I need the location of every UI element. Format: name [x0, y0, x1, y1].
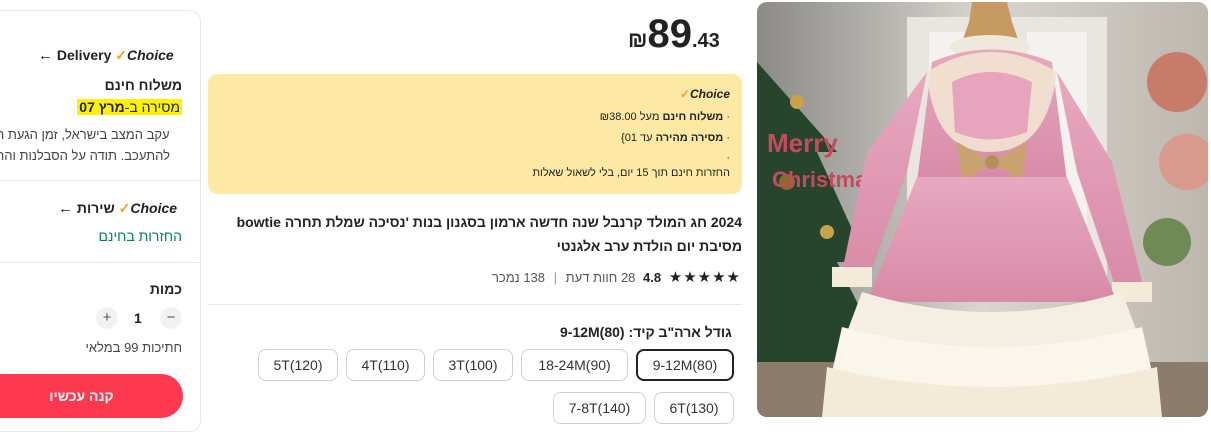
price-currency: ₪	[628, 27, 648, 52]
divider	[208, 304, 742, 305]
benefit-text: מעל ₪38.00	[599, 111, 660, 123]
rating-separator: |	[553, 270, 558, 285]
delivery-date: מרץ 07	[79, 99, 125, 115]
size-label: גודל ארה"ב קיד: (9-12M(80	[560, 324, 732, 340]
price: ₪89.43	[628, 12, 720, 57]
quantity-label: כמות	[149, 281, 182, 297]
divider	[0, 180, 199, 181]
product-title: 2024 חג המולד קרנבל שנה חדשה ארמון בסגנו…	[236, 214, 742, 254]
choice-benefit-returns: החזרות חינם תוך 15 יום, בלי לשאול שאלות	[532, 167, 730, 179]
choice-label: Choice	[130, 200, 178, 216]
size-option[interactable]: 5T(120)	[258, 349, 338, 381]
delivery-title: Delivery	[56, 47, 112, 63]
divider	[0, 262, 199, 263]
service-label: שירות	[76, 200, 115, 216]
svg-text:Merry: Merry	[767, 128, 838, 158]
choice-label: Choice	[689, 87, 730, 101]
size-option[interactable]: 3T(100)	[433, 349, 513, 381]
choice-benefit-shipping: · משלוח חינם מעל ₪38.00	[599, 111, 730, 123]
choice-check-icon: ✓	[118, 200, 131, 216]
quantity-minus-button[interactable]: −	[160, 307, 182, 329]
buy-now-button[interactable]: קנה עכשיו	[0, 374, 183, 418]
size-option[interactable]: 6T(130)	[654, 392, 734, 424]
benefit-bold: משלוח חינם	[662, 111, 724, 123]
benefit-bold: מסירה מהירה	[655, 132, 724, 144]
review-count[interactable]: 28 חוות דעת	[566, 270, 636, 285]
dress-photo: Merry Christmas	[757, 2, 1208, 417]
price-integer: 89	[647, 12, 692, 56]
purchase-panel	[0, 10, 201, 432]
service-header[interactable]: ← שירות ✓Choice	[58, 200, 177, 217]
product-image[interactable]: Merry Christmas	[757, 2, 1208, 417]
size-option[interactable]: 18-24M(90)	[521, 349, 628, 381]
stock-count: חתיכות 99 במלאי	[85, 340, 182, 355]
choice-benefit-empty: ·	[726, 152, 730, 164]
rating-score: 4.8	[643, 270, 662, 285]
size-label-text: גודל ארה"ב קיד: (9-12M(80	[560, 324, 732, 340]
arrow-left-icon: ←	[38, 47, 53, 64]
choice-brand: Choice✓	[680, 87, 730, 101]
price-decimal: .43	[691, 30, 720, 52]
choice-check-icon: ✓	[679, 87, 690, 101]
free-returns-label[interactable]: החזרות בחינם	[99, 228, 182, 244]
choice-benefits-box: Choice✓ · משלוח חינם מעל ₪38.00 · מסירה …	[208, 74, 742, 194]
delivery-date-line: מסירה ב-מרץ 07	[77, 99, 182, 115]
sold-count: 138 נמכר	[491, 270, 546, 285]
choice-label: Choice	[127, 47, 174, 63]
choice-check-icon: ✓	[115, 47, 127, 63]
size-option[interactable]: 7-8T(140)	[553, 392, 646, 424]
delivery-by-prefix: מסירה ב-	[124, 99, 180, 115]
delivery-note-line1: עקב המצב בישראל, זמן הגעת ה	[0, 127, 170, 142]
size-option[interactable]: 9-12M(80)	[636, 349, 734, 381]
choice-benefit-fast: · מסירה מהירה עד 01}	[621, 132, 730, 144]
arrow-left-icon: ←	[58, 200, 73, 217]
size-option[interactable]: 4T(110)	[346, 349, 425, 381]
rating-row: ★★★★★ 4.8 28 חוות דעת | 138 נמכר	[492, 268, 741, 286]
delivery-header[interactable]: ← Delivery ✓Choice	[38, 47, 174, 64]
quantity-plus-button[interactable]: +	[96, 307, 118, 329]
delivery-note: עקב המצב בישראל, זמן הגעת ה להתעכב. תודה…	[0, 124, 182, 166]
delivery-note-line2: להתעכב. תודה על הסבלנות והה	[0, 148, 170, 163]
benefit-text: עד 01}	[621, 132, 653, 144]
rating-stars: ★★★★★	[668, 269, 741, 286]
quantity-value[interactable]: 1	[134, 310, 142, 326]
free-shipping-label: משלוח חינם	[104, 77, 182, 93]
